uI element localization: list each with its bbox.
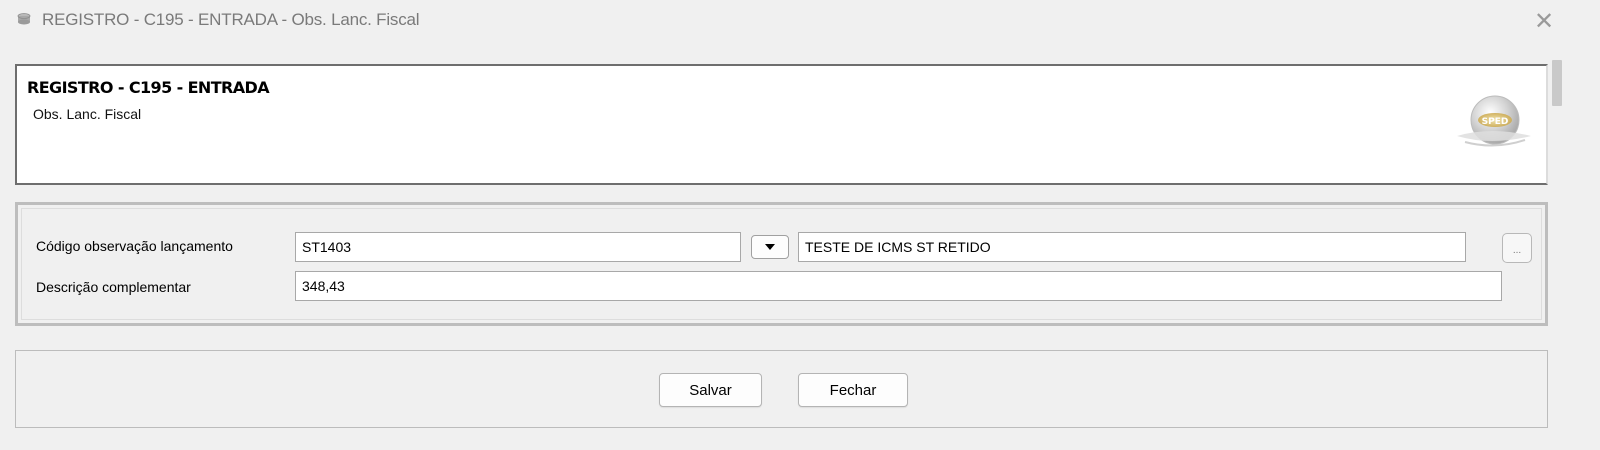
app-icon	[16, 12, 32, 26]
close-button-label: Fechar	[829, 381, 877, 399]
codigo-input[interactable]: ST1403	[295, 232, 741, 262]
close-window-button[interactable]: ✕	[1528, 6, 1560, 36]
title-bar: REGISTRO - C195 - ENTRADA - Obs. Lanc. F…	[0, 0, 1568, 42]
descricao-input-value: 348,43	[302, 278, 345, 294]
descricao-label: Descrição complementar	[36, 279, 191, 295]
close-icon: ✕	[1533, 7, 1555, 35]
save-button-label: Salvar	[689, 381, 732, 399]
codigo-description-field[interactable]: TESTE DE ICMS ST RETIDO	[798, 232, 1466, 262]
lookup-button[interactable]: ...	[1502, 233, 1532, 263]
codigo-dropdown-button[interactable]	[751, 235, 789, 259]
form-panel: Código observação lançamento ST1403 TEST…	[15, 202, 1548, 326]
footer-panel: Salvar Fechar	[15, 350, 1548, 428]
save-button[interactable]: Salvar	[659, 373, 762, 407]
sped-logo-icon: SPED	[1451, 92, 1533, 158]
codigo-input-value: ST1403	[302, 239, 352, 255]
codigo-description-value: TESTE DE ICMS ST RETIDO	[805, 239, 991, 255]
dropdown-arrow-icon	[765, 244, 775, 250]
header-title: REGISTRO - C195 - ENTRADA	[27, 78, 270, 97]
scrollbar[interactable]	[1552, 60, 1562, 106]
window-title: REGISTRO - C195 - ENTRADA - Obs. Lanc. F…	[42, 10, 420, 29]
ellipsis-icon: ...	[1512, 245, 1522, 256]
descricao-input[interactable]: 348,43	[295, 271, 1502, 301]
header-subtitle: Obs. Lanc. Fiscal	[33, 106, 142, 122]
close-button[interactable]: Fechar	[798, 373, 908, 407]
header-panel: REGISTRO - C195 - ENTRADA Obs. Lanc. Fis…	[15, 64, 1548, 185]
sped-logo-text: SPED	[1482, 117, 1509, 127]
codigo-label: Código observação lançamento	[36, 238, 233, 254]
